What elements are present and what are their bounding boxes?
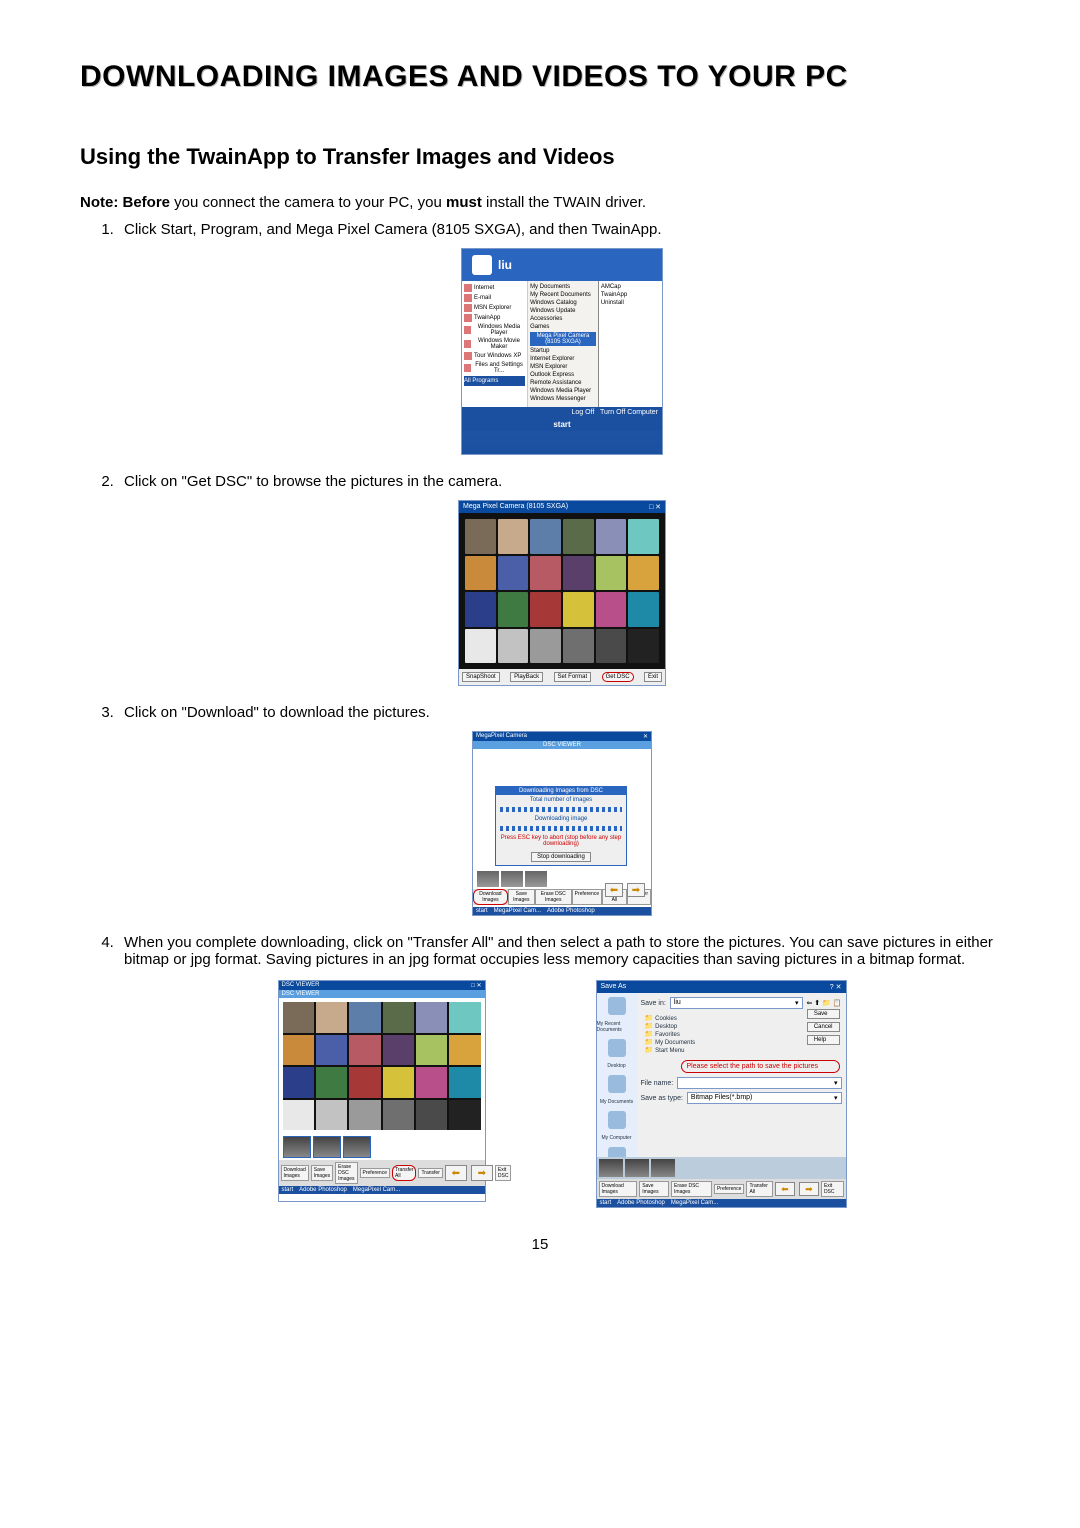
steps-list: Click Start, Program, and Mega Pixel Cam… [80,221,1000,1208]
taskbar: start MegaPixel Cam... Adobe Photoshop [473,907,651,915]
screenshot-download-dialog: MegaPixel Camera✕ DSC VIEWER Downloading… [472,731,652,916]
note-must: must [446,194,482,211]
all-programs: All Programs [464,376,525,386]
thumbnail-strip [477,871,547,887]
document-page: DOWNLOADING IMAGES AND VIDEOS TO YOUR PC… [0,0,1080,1293]
get-dsc-button: Get DSC [602,672,634,682]
save-type-label: Save as type: [641,1095,683,1102]
start-menu-left-column: Internet E-mail MSN Explorer TwainApp Wi… [462,281,527,407]
user-name: liu [498,258,512,272]
user-avatar [472,255,492,275]
color-grid [283,1002,481,1130]
taskbar: start Adobe Photoshop MegaPixel Cam... [279,1186,485,1194]
window-titlebar: Mega Pixel Camera (8105 SXGA)□ ✕ [459,501,665,513]
viewer-button-bar: Download Images Save Images Erase DSC Im… [279,1160,485,1186]
page-number: 15 [80,1236,1000,1253]
screenshot-start-menu: liu Internet E-mail MSN Explorer TwainAp… [461,248,663,455]
stop-download-button: Stop downloading [531,852,591,862]
note-mid: you connect the camera to your PC, you [170,194,446,211]
section-heading: Using the TwainApp to Transfer Images an… [80,144,1000,170]
step-2: Click on "Get DSC" to browse the picture… [118,473,1000,686]
save-in-dropdown: liu▾ [670,997,803,1009]
prev-arrow-icon: ⬅ [445,1165,467,1181]
transfer-all-button: Transfer All [392,1165,416,1181]
download-images-button: Download Images [473,889,508,905]
start-menu-bottom: Log Off Turn Off Computer [462,407,662,418]
filename-label: File name: [641,1080,674,1087]
taskbar: start Adobe Photoshop MegaPixel Cam... [597,1199,846,1207]
taskbar: start [462,418,662,431]
cancel-button: Cancel [807,1022,840,1032]
screenshot-save-as-dialog: Save As? ✕ My Recent Documents Desktop M… [596,980,847,1208]
color-checker-grid [459,513,665,669]
step-3: Click on "Download" to download the pict… [118,704,1000,916]
note-paragraph: Note: Before you connect the camera to y… [80,194,1000,211]
save-as-buttons: Save Cancel Help [807,1009,840,1045]
download-dialog: Downloading Images from DSC Total number… [495,786,627,866]
help-button: Help [807,1035,840,1045]
thumbnail-strip [279,1134,485,1160]
screenshot-color-grid: Mega Pixel Camera (8105 SXGA)□ ✕ SnapSho… [458,500,666,686]
prev-arrow-icon: ⬅ [605,883,623,897]
next-arrow-icon: ➡ [627,883,645,897]
annotation-callout: Please select the path to save the pictu… [681,1060,840,1073]
filename-field: ▾ [677,1077,841,1089]
camera-buttons: SnapShoot PlayBack Set Format Get DSC Ex… [459,669,665,685]
start-menu-submenu: AMCap TwainApp Uninstall [598,281,662,407]
step-4-text: When you complete downloading, click on … [124,934,993,968]
step-4: When you complete downloading, click on … [118,934,1000,1208]
save-button: Save [807,1009,840,1019]
step-1: Click Start, Program, and Mega Pixel Cam… [118,221,1000,455]
start-menu-user: liu [462,249,662,281]
highlighted-program: Mega Pixel Camera (8105 SXGA) [530,332,596,346]
save-type-dropdown: Bitmap Files(*.bmp)▾ [687,1092,842,1104]
step-1-text: Click Start, Program, and Mega Pixel Cam… [124,221,661,238]
start-menu-programs-column: My Documents My Recent Documents Windows… [527,281,598,407]
note-suffix: install the TWAIN driver. [482,194,646,211]
main-heading: DOWNLOADING IMAGES AND VIDEOS TO YOUR PC [80,60,1000,94]
note-prefix: Note: Before [80,194,170,211]
next-arrow-icon: ➡ [471,1165,493,1181]
step-3-text: Click on "Download" to download the pict… [124,704,430,721]
save-in-label: Save in: [641,1000,666,1007]
step-2-text: Click on "Get DSC" to browse the picture… [124,473,502,490]
screenshot-transfer-all: DSC VIEWER□ ✕ DSC VIEWER Download Images… [278,980,486,1202]
